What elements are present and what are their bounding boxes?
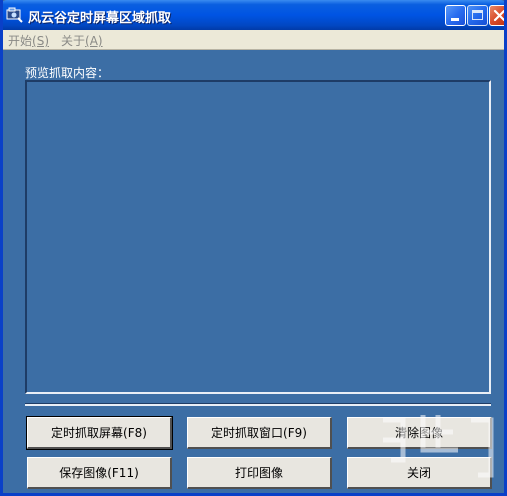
menu-about-label: 关于 bbox=[61, 34, 86, 48]
menu-start[interactable]: 开始(S) bbox=[8, 32, 49, 49]
title-bar[interactable]: 风云谷定时屏幕区域抓取 bbox=[3, 0, 504, 30]
clear-image-button[interactable]: 清除图像 bbox=[347, 417, 492, 449]
camera-app-icon[interactable] bbox=[6, 6, 23, 23]
save-image-button[interactable]: 保存图像(F11) bbox=[27, 457, 172, 489]
window-title: 风云谷定时屏幕区域抓取 bbox=[28, 11, 172, 26]
menu-start-label: 开始 bbox=[8, 34, 33, 48]
menu-start-accel: (S) bbox=[32, 34, 49, 48]
divider bbox=[25, 403, 491, 406]
close-icon[interactable] bbox=[489, 5, 504, 26]
minimize-icon[interactable] bbox=[445, 5, 466, 26]
maximize-icon[interactable] bbox=[467, 5, 488, 26]
menu-bar: 开始(S) 关于(A) bbox=[3, 30, 504, 50]
capture-window-button[interactable]: 定时抓取窗口(F9) bbox=[187, 417, 332, 449]
menu-about[interactable]: 关于(A) bbox=[61, 32, 103, 49]
preview-label: 预览抓取内容： bbox=[25, 66, 110, 80]
print-image-button[interactable]: 打印图像 bbox=[187, 457, 332, 489]
close-button[interactable]: 关闭 bbox=[347, 457, 492, 489]
main-window: 风云谷定时屏幕区域抓取 开始(S) 关于(A) 预览抓取内容： 定时抓取屏幕(F… bbox=[0, 0, 507, 496]
capture-screen-button[interactable]: 定时抓取屏幕(F8) bbox=[26, 416, 173, 450]
preview-area bbox=[25, 80, 491, 394]
menu-about-accel: (A) bbox=[85, 34, 103, 48]
